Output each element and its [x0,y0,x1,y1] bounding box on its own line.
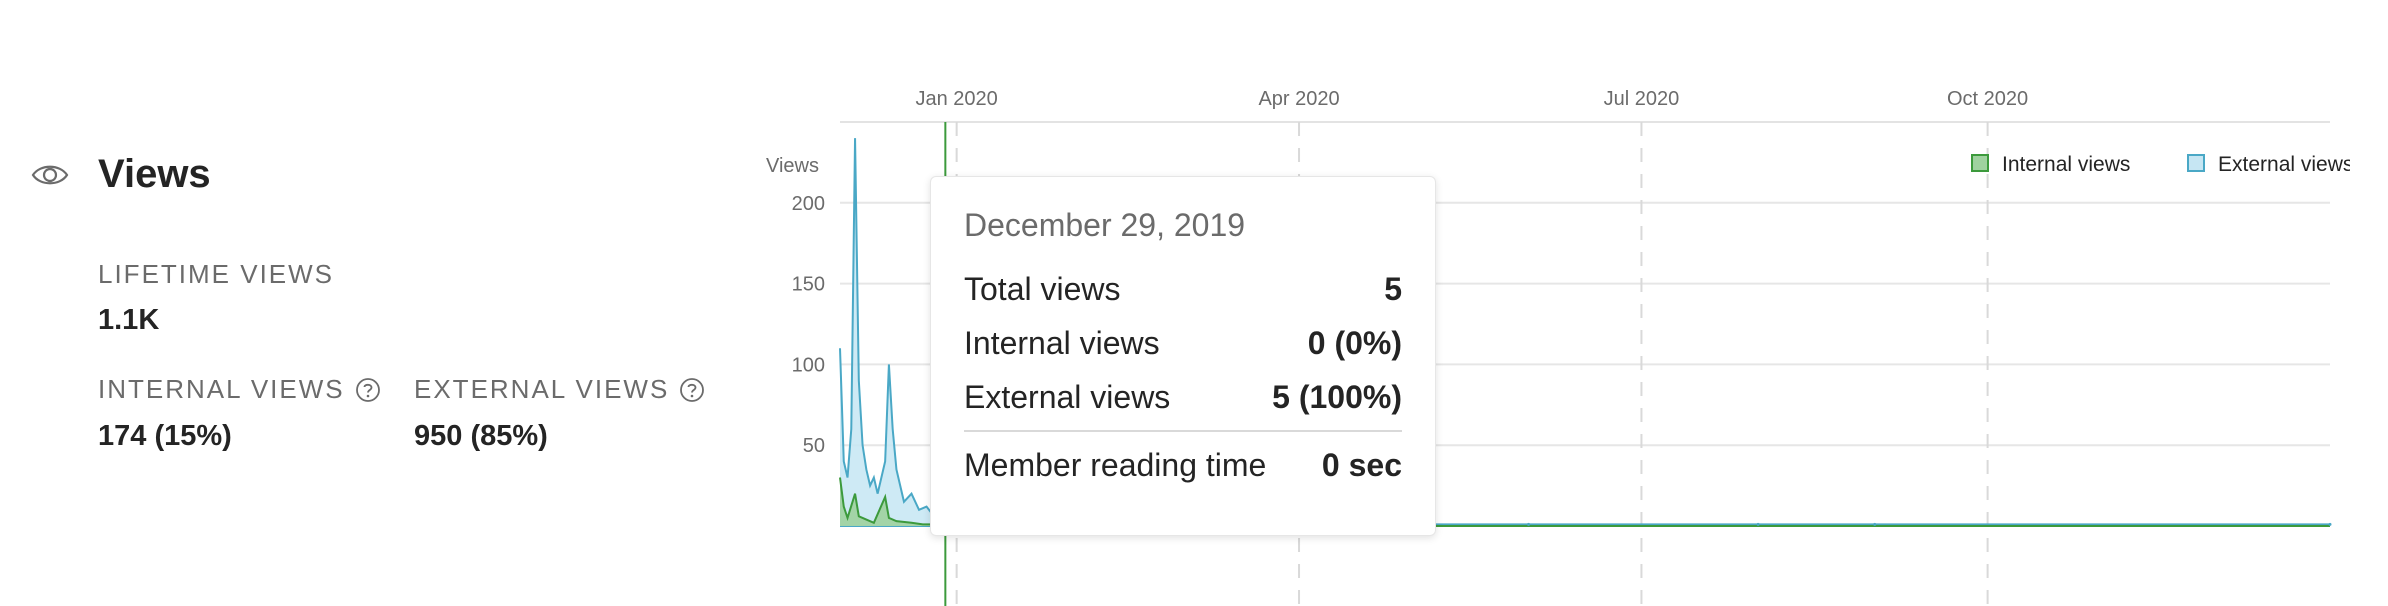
y-tick-label: 200 [792,193,825,215]
external-views-point [1873,522,1877,526]
chart-legend: Internal views External views [1971,153,2350,176]
eye-icon [31,165,69,184]
legend-label: Internal views [2002,153,2130,176]
tooltip-label: Member reading time [964,446,1267,483]
tooltip-row-internal: Internal views 0 (0%) [964,316,1402,370]
tooltip-row-external: External views 5 (100%) [964,370,1402,424]
views-title: Views [98,152,211,196]
y-tick-label: 50 [803,435,825,457]
tooltip-label: Internal views [964,324,1160,361]
external-views-point [2328,522,2332,526]
lifetime-views-label-text: LIFETIME VIEWS [98,259,335,289]
x-tick-label: Apr 2020 [1258,88,1339,110]
question-circle-icon[interactable] [355,377,381,403]
internal-views-value: 174 (15%) [98,420,232,452]
legend-swatch [1971,154,1989,172]
x-axis-ticks: Jan 2020 Apr 2020 Jul 2020 Oct 2020 [915,88,2028,110]
lifetime-views-value: 1.1K [98,304,160,336]
x-tick-label: Jul 2020 [1604,88,1680,110]
external-views-value: 950 (85%) [414,420,548,452]
x-tick-label: Jan 2020 [915,88,997,110]
tooltip-value: 0 (0%) [1307,324,1402,361]
y-tick-label: 100 [792,354,825,376]
tooltip-label: Total views [964,270,1121,307]
tooltip-divider [964,430,1402,432]
tooltip-row-total: Total views 5 [964,262,1402,316]
x-tick-label: Oct 2020 [1947,88,2028,110]
external-views-label-text: EXTERNAL VIEWS [414,374,670,404]
lifetime-views-label: LIFETIME VIEWS [98,259,334,290]
y-axis-ticks: 50 100 150 200 [792,193,825,457]
y-tick-label: 150 [792,274,825,296]
tooltip-row-reading-time: Member reading time 0 sec [964,438,1402,492]
tooltip-label: External views [964,378,1171,415]
tooltip-date: December 29, 2019 [964,207,1246,243]
external-views-label: EXTERNAL VIEWS [414,374,705,405]
internal-views-label: INTERNAL VIEWS [98,374,381,405]
question-circle-icon[interactable] [679,377,705,403]
legend-swatch [2187,154,2205,172]
legend-label: External views [2218,153,2350,176]
internal-views-label-text: INTERNAL VIEWS [98,374,345,404]
tooltip-value: 0 sec [1321,446,1402,483]
views-header: Views [30,152,211,197]
tooltip-value: 5 [1384,270,1402,307]
y-axis-label: Views [766,155,819,177]
tooltip-value: 5 (100%) [1272,378,1402,415]
external-views-point [1756,522,1760,526]
hover-tooltip: December 29, 2019 Total views 5 Internal… [930,176,1436,536]
external-views-point [1527,522,1531,526]
